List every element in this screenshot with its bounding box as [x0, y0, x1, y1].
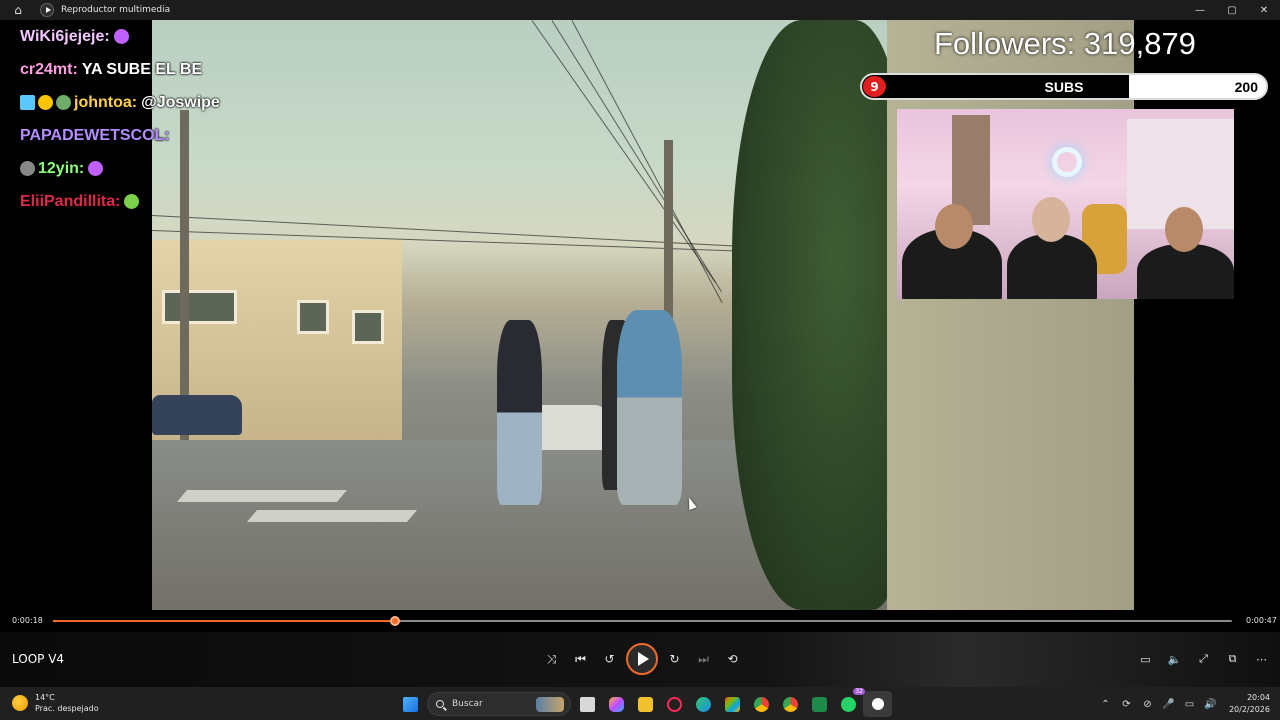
chat-message: 12yin: — [20, 152, 350, 185]
weather-temp: 14°C — [35, 693, 55, 702]
windows-start-icon[interactable] — [396, 691, 425, 717]
taskbar: 14°C Prac. despejado Buscar 32 ⌃ ⟳ ⊘ 🎤 ▭… — [0, 687, 1280, 720]
chat-message: EliiPandillita: — [20, 185, 350, 218]
whatsapp-icon[interactable]: 32 — [834, 688, 865, 717]
current-time: 0:00:18 — [12, 616, 43, 625]
chat-username: cr24mt: — [20, 60, 78, 78]
search-highlight-image — [536, 697, 564, 712]
repeat-off-icon[interactable]: ⟲ — [718, 644, 747, 674]
whatsapp-badge: 32 — [853, 688, 865, 695]
volume-tray-icon[interactable]: 🔊 — [1200, 691, 1221, 717]
number-1-badge-icon — [38, 95, 53, 110]
chat-message: johntoa: @Joswipe — [20, 86, 350, 119]
person — [497, 320, 542, 505]
chat-text: YA SUBE EL BE — [81, 60, 203, 78]
ivy-plant — [732, 20, 907, 610]
chat-username: 12yin: — [38, 159, 85, 177]
media-player-taskbar-icon[interactable] — [863, 691, 892, 717]
seek-bar: 0:00:18 0:00:47 — [0, 610, 1280, 632]
more-icon[interactable]: ⋯ — [1247, 644, 1276, 674]
microphone-icon[interactable]: 🎤 — [1158, 691, 1179, 717]
previous-icon[interactable]: ⏮ — [566, 644, 595, 674]
clock[interactable]: 20:04 20/2/2026 — [1229, 692, 1270, 716]
chat-message: cr24mt: YA SUBE EL BE — [20, 53, 350, 86]
car — [152, 395, 242, 435]
subs-goal-bar: 9 SUBS 200 — [860, 73, 1268, 100]
chat-message: PAPADEWETSCOL: — [20, 119, 350, 152]
display-icon[interactable]: ▭ — [1179, 691, 1200, 717]
skull-badge-icon — [20, 161, 35, 176]
show-hidden-icons-icon[interactable]: ⌃ — [1095, 691, 1116, 717]
purple-feather-emote-icon — [88, 161, 104, 176]
clock-date: 20/2/2026 — [1228, 705, 1270, 714]
purple-feather-emote-icon — [113, 29, 129, 44]
seek-thumb[interactable] — [389, 616, 400, 626]
sword-badge-icon — [20, 95, 35, 110]
fullscreen-icon[interactable]: ⤢ — [1189, 644, 1218, 674]
chat-message: WiKi6jejeje: — [20, 20, 350, 53]
song-title: LOOP V4 — [12, 652, 65, 666]
network-off-icon[interactable]: ⊘ — [1137, 691, 1158, 717]
chat-username: WiKi6jejeje: — [20, 27, 110, 45]
excel-icon[interactable] — [805, 691, 834, 717]
chrome-icon[interactable] — [747, 691, 776, 717]
green-face-emote-icon — [124, 194, 140, 209]
shuffle-icon[interactable]: ⤨ — [537, 644, 566, 674]
desktop: ⌂ Reproductor multimedia — ▢ ✕ WiKi6jeje… — [0, 0, 1280, 720]
minimize-button[interactable]: — — [1184, 0, 1216, 20]
crosswalk-stripe — [176, 490, 348, 502]
edge-icon[interactable] — [689, 691, 718, 717]
webcam-feed — [897, 109, 1234, 299]
clock-time: 20:04 — [1246, 693, 1270, 702]
followers-counter: Followers: 319,879 — [934, 26, 1196, 61]
maximize-button[interactable]: ▢ — [1216, 0, 1248, 20]
seek-progress — [53, 620, 395, 622]
power-line — [571, 20, 723, 304]
chat-username: PAPADEWETSCOL: — [20, 126, 170, 144]
chat-text: @Joswipe — [141, 93, 220, 111]
chat-overlay: WiKi6jejeje: cr24mt: YA SUBE EL BE johnt… — [20, 20, 350, 218]
seek-track[interactable] — [53, 616, 1232, 626]
streamer-person — [1007, 234, 1097, 299]
title-bar: ⌂ Reproductor multimedia — ▢ ✕ — [0, 0, 1280, 20]
media-player-app-icon — [40, 3, 54, 17]
person — [617, 310, 682, 505]
weather-desc: Prac. despejado — [35, 704, 99, 713]
file-explorer-icon[interactable] — [631, 691, 660, 717]
total-time: 0:00:47 — [1246, 616, 1277, 625]
streamer-person — [1137, 244, 1234, 299]
ring-light — [1052, 147, 1082, 177]
opera-gx-icon[interactable] — [660, 691, 689, 717]
subs-goal-value: 200 — [1234, 79, 1258, 95]
task-view-icon[interactable] — [573, 691, 602, 717]
power-line — [551, 20, 722, 293]
weather-widget[interactable]: 14°C Prac. despejado — [12, 692, 99, 714]
playback-controls: LOOP V4 ⤨ ⏮ ↺ ↻ ⏭ ⟲ ▭ 🔈 ⤢ ⧉ ⋯ — [0, 632, 1280, 687]
weather-icon — [12, 695, 28, 711]
subs-label: SUBS — [1044, 79, 1084, 95]
subtitles-icon[interactable]: ▭ — [1131, 644, 1160, 674]
miniplayer-icon[interactable]: ⧉ — [1218, 644, 1247, 674]
copilot-icon[interactable] — [602, 691, 631, 717]
car — [532, 405, 607, 450]
close-button[interactable]: ✕ — [1248, 0, 1280, 20]
home-icon[interactable]: ⌂ — [8, 0, 28, 20]
forward-30-icon[interactable]: ↻ — [660, 644, 689, 674]
skull-badge-icon — [56, 95, 71, 110]
chrome-profile-icon[interactable] — [776, 691, 805, 717]
volume-icon[interactable]: 🔈 — [1160, 644, 1189, 674]
taskbar-search[interactable]: Buscar — [427, 692, 571, 716]
chat-username: EliiPandillita: — [20, 192, 121, 210]
next-icon[interactable]: ⏭ — [689, 644, 718, 674]
search-placeholder: Buscar — [452, 699, 483, 709]
chat-username: johntoa: — [74, 93, 138, 111]
rewind-10-icon[interactable]: ↺ — [595, 644, 624, 674]
window-title: Reproductor multimedia — [61, 5, 171, 15]
search-icon — [436, 700, 444, 708]
play-button[interactable] — [626, 643, 658, 675]
store-icon[interactable] — [718, 691, 747, 717]
crosswalk-stripe — [246, 510, 418, 522]
sync-icon[interactable]: ⟳ — [1116, 691, 1137, 717]
